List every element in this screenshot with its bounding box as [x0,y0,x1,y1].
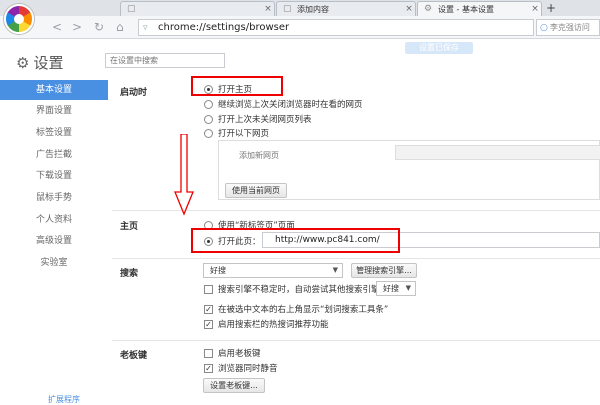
option-label: 启用搜索栏的热搜词推荐功能 [218,320,329,330]
fallback-engine-select[interactable]: 好搜 ▼ [376,281,416,296]
sidebar-item-basic[interactable]: 基本设置 [0,80,108,100]
search-hot-option[interactable]: ✓ 启用搜索栏的热搜词推荐功能 [204,318,329,330]
page-icon: ▢ [283,4,292,14]
option-label: 浏览器同时静音 [218,364,278,374]
checkbox[interactable] [204,284,213,294]
close-icon[interactable]: × [529,4,541,14]
annotation-box-startup [191,76,283,96]
radio-button[interactable] [204,114,213,124]
sidebar-item-adblock[interactable]: 广告拦截 [0,145,108,165]
bosskey-label: 老板键 [120,351,148,361]
settings-title: ⚙ 设置 [16,52,63,73]
option-label: 在被选中文本的右上角显示“划词搜索工具条” [218,305,389,315]
checkbox[interactable]: ✓ [204,304,213,314]
homepage-label: 主页 [120,222,139,232]
search-box[interactable]: ○ 李克强访问 [536,19,600,36]
bosskey-mute-option[interactable]: ✓ 浏览器同时静音 [204,362,278,374]
page-icon: ▢ [127,4,136,14]
browser-logo[interactable] [4,4,34,34]
startup-option-last-list[interactable]: 打开上次未关闭网页列表 [204,113,312,125]
new-tab-button[interactable]: + [546,1,556,15]
radio-button[interactable] [204,128,213,138]
select-value: 好搜 [383,284,399,293]
toolbar: < > ↻ ⌂ ▿ chrome://settings/browser ○ 李克… [0,16,600,39]
address-bar[interactable]: ▿ chrome://settings/browser [138,19,534,36]
saved-badge: 设置已保存 [405,42,473,54]
add-page-input[interactable] [395,145,600,160]
option-label: 搜索引擎不稳定时，自动尝试其他搜索引擎： [218,285,389,295]
bosskey-enable-option[interactable]: 启用老板键 [204,347,261,359]
select-value: 好搜 [210,266,226,275]
reload-icon[interactable]: ↻ [94,20,104,34]
home-icon[interactable]: ⌂ [116,20,124,34]
option-label: 打开以下网页 [218,129,270,139]
use-current-page-button[interactable]: 使用当前网页 [225,183,287,198]
tab-add-content[interactable]: ▢ 添加内容 × [276,1,416,16]
startup-label: 启动时 [120,88,148,98]
shield-icon: ▿ [143,22,148,33]
annotation-box-homepage [191,228,400,253]
option-label: 启用老板键 [218,349,261,359]
sidebar-item-download[interactable]: 下载设置 [0,166,108,186]
startup-pages-box: 添加新网页 使用当前网页 [218,140,600,200]
sidebar-item-profile[interactable]: 个人资料 [0,210,108,230]
sidebar-item-tabs[interactable]: 标签设置 [0,123,108,143]
search-text: 李克强访问 [549,23,590,32]
sidebar-item-gestures[interactable]: 鼠标手势 [0,188,108,208]
title-bar: ▢ × ▢ 添加内容 × ⚙ 设置 - 基本设置 × + [0,0,600,16]
sidebar-item-interface[interactable]: 界面设置 [0,101,108,121]
address-url: chrome://settings/browser [158,22,290,33]
annotation-arrow-icon [174,134,194,216]
sidebar-item-advanced[interactable]: 高级设置 [0,231,108,251]
settings-title-text: 设置 [33,54,64,72]
search-engine-select[interactable]: 好搜 ▼ [203,263,343,278]
settings-sidebar: ⚙ 设置 基本设置 界面设置 标签设置 广告拦截 下载设置 鼠标手势 个人资料 … [0,40,108,400]
search-icon: ○ [540,22,548,33]
section-divider [112,340,600,341]
tab-blank[interactable]: ▢ × [120,1,275,16]
sidebar-item-lab[interactable]: 实验室 [0,253,108,273]
tab-label: 添加内容 [297,4,329,14]
radio-button[interactable] [204,99,213,109]
search-fallback-option[interactable]: 搜索引擎不稳定时，自动尝试其他搜索引擎： [204,283,388,295]
manage-search-engines-button[interactable]: 管理搜索引擎... [351,263,417,278]
option-label: 继续浏览上次关闭浏览器时在看的网页 [218,100,363,110]
settings-search-input[interactable] [105,53,225,68]
search-toolbar-option[interactable]: ✓ 在被选中文本的右上角显示“划词搜索工具条” [204,303,388,315]
gear-icon: ⚙ [16,53,30,72]
chevron-down-icon: ▼ [332,266,338,274]
tab-label: 设置 - 基本设置 [438,4,494,14]
chevron-down-icon: ▼ [405,284,411,292]
search-label: 搜索 [120,269,139,279]
back-icon[interactable]: < [52,20,62,34]
checkbox[interactable] [204,348,213,358]
option-label: 打开上次未关闭网页列表 [218,115,312,125]
gear-icon: ⚙ [424,4,433,14]
bosskey-settings-button[interactable]: 设置老板键... [203,378,265,393]
tab-settings[interactable]: ⚙ 设置 - 基本设置 × [417,1,542,16]
close-icon[interactable]: × [262,4,274,14]
section-divider [112,258,600,259]
checkbox[interactable]: ✓ [204,319,213,329]
add-page-placeholder[interactable]: 添加新网页 [239,150,279,161]
startup-option-continue[interactable]: 继续浏览上次关闭浏览器时在看的网页 [204,98,363,110]
checkbox[interactable]: ✓ [204,363,213,373]
startup-option-pages[interactable]: 打开以下网页 [204,127,269,139]
close-icon[interactable]: × [403,4,415,14]
forward-icon[interactable]: > [72,20,82,34]
